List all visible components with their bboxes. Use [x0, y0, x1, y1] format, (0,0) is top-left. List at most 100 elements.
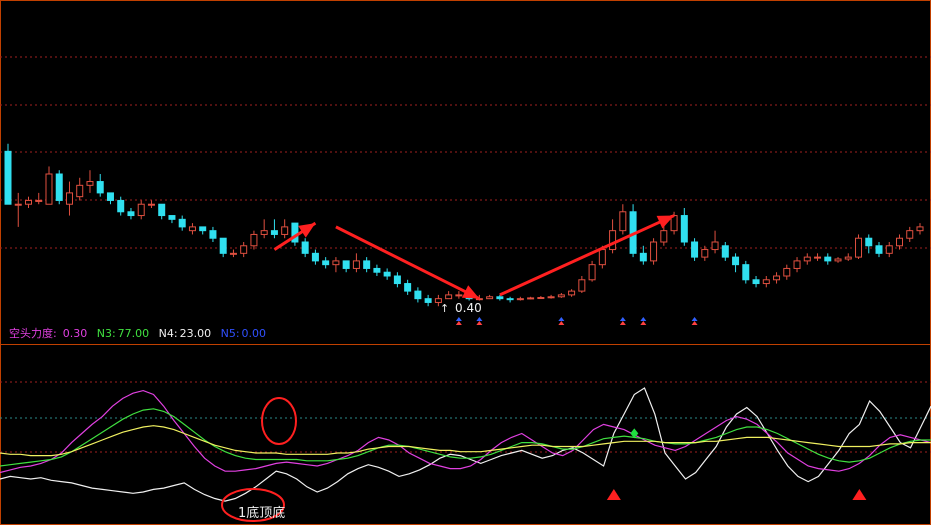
candle-body — [455, 294, 463, 297]
candle-body — [885, 245, 893, 254]
candle-body — [557, 294, 565, 298]
candle-body — [301, 241, 309, 254]
legend-name: 空头力度: — [9, 327, 57, 340]
candle-body — [281, 226, 289, 235]
candle-body — [168, 215, 176, 220]
indicator-legend: 空头力度: 0.30 N3: 77.00 N4: 23.00 N5: 0.00 — [9, 326, 272, 342]
legend-n5-value: 0.00 — [241, 327, 267, 340]
candle-body — [96, 181, 104, 194]
candle-body — [814, 256, 822, 259]
candle-body — [424, 298, 432, 303]
candle-body — [363, 260, 371, 269]
candle-body — [127, 211, 135, 217]
candle-body — [619, 211, 627, 232]
candle-body — [342, 260, 350, 269]
signal-marker — [455, 321, 462, 325]
signal-marker — [455, 317, 462, 321]
buy-marker — [852, 489, 867, 500]
candle-body — [732, 256, 740, 266]
candle-body — [752, 279, 760, 285]
candle-body — [650, 241, 658, 262]
price-annotation: 0.40 — [455, 301, 482, 315]
candle-body — [834, 258, 842, 262]
candle-body — [527, 297, 535, 300]
trend-arrow-head — [298, 223, 316, 238]
candle-body — [896, 237, 904, 247]
candle-body — [137, 203, 145, 217]
signal-marker — [691, 321, 698, 325]
candle-body — [639, 252, 647, 262]
indicator-chart[interactable]: 1底顶底 — [0, 345, 931, 525]
candle-body — [117, 199, 125, 213]
candle-body — [773, 275, 781, 281]
candle-body — [260, 230, 268, 235]
candle-body — [404, 283, 412, 292]
candle-body — [742, 264, 750, 281]
signal-marker — [640, 321, 647, 325]
candle-body — [188, 226, 196, 232]
candle-body — [55, 173, 63, 201]
candle-body — [35, 199, 43, 202]
candle-body — [844, 256, 852, 260]
candle-body — [721, 245, 729, 258]
candle-body — [680, 215, 688, 243]
candle-body — [496, 296, 504, 300]
candle-body — [855, 237, 863, 258]
signal-marker — [619, 321, 626, 325]
legend-n4-label: N4: — [158, 327, 178, 340]
candle-body — [916, 226, 924, 232]
candle-body — [506, 298, 514, 301]
candle-body — [711, 241, 719, 251]
indicator-line — [0, 387, 931, 502]
candle-body — [373, 267, 381, 273]
legend-n3-value: 77.00 — [117, 327, 150, 340]
candle-body — [414, 290, 422, 300]
signal-marker — [640, 317, 647, 321]
candle-body — [250, 233, 258, 247]
candle-body — [322, 260, 330, 266]
signal-marker — [691, 317, 698, 321]
candle-body — [793, 260, 801, 269]
candle-body — [4, 150, 12, 205]
candle-body — [701, 249, 709, 258]
candle-body — [45, 173, 53, 205]
candle-body — [229, 252, 237, 255]
signal-marker — [476, 317, 483, 321]
candle-body — [65, 192, 73, 205]
candle-body — [762, 279, 770, 285]
candle-body — [865, 237, 873, 247]
candle-body — [158, 203, 166, 217]
signal-marker — [619, 317, 626, 321]
candle-body — [270, 230, 278, 235]
candle-body — [332, 260, 340, 266]
candle-body — [537, 297, 545, 300]
legend-n2-value: 0.30 — [62, 327, 88, 340]
signal-marker — [558, 317, 565, 321]
candle-body — [240, 245, 248, 254]
candle-body — [486, 296, 494, 300]
indicator-line — [0, 425, 931, 457]
candle-body — [106, 192, 114, 201]
signal-marker — [558, 321, 565, 325]
candle-body — [803, 256, 811, 262]
candle-body — [219, 237, 227, 254]
buy-marker — [606, 489, 621, 500]
candle-body — [311, 252, 319, 262]
price-chart[interactable]: 0.40 ↑ — [0, 0, 931, 325]
legend-n3-label: N3: — [96, 327, 116, 340]
candle-body — [547, 296, 555, 299]
signal-marker — [476, 321, 483, 325]
indicator-line — [0, 389, 931, 474]
candle-body — [393, 275, 401, 285]
candle-body — [383, 271, 391, 277]
trend-arrow — [499, 214, 675, 297]
highlight-circle-top — [261, 397, 297, 445]
candle-body — [178, 218, 186, 228]
candle-body — [906, 230, 914, 239]
candle-body — [824, 256, 832, 262]
candle-body — [199, 226, 207, 232]
candle-body — [516, 298, 524, 301]
candle-body — [598, 249, 606, 266]
candle-body — [609, 230, 617, 251]
candle-body — [352, 260, 360, 269]
